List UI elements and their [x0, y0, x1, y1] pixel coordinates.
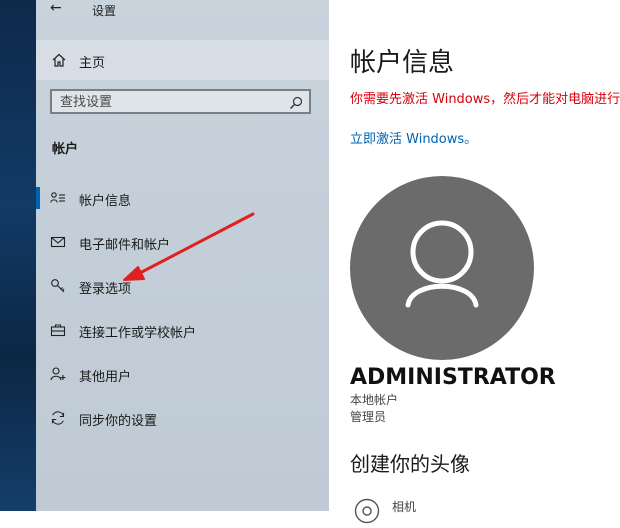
person-add-icon: [50, 366, 66, 382]
home-icon: [51, 52, 67, 68]
sidebar-item-email-accounts[interactable]: 电子邮件和帐户: [36, 222, 329, 262]
sidebar-home[interactable]: 主页: [36, 40, 329, 80]
activation-warning: 你需要先激活 Windows，然后才能对电脑进行个性化设置。: [350, 92, 620, 107]
home-label: 主页: [79, 56, 106, 71]
sidebar-item-sync-settings[interactable]: 同步你的设置: [36, 398, 329, 438]
app-title: 设置: [92, 4, 117, 18]
page-title: 帐户信息: [350, 48, 455, 78]
sidebar-item-sign-in-options[interactable]: 登录选项: [36, 266, 329, 306]
sidebar-item-label: 连接工作或学校帐户: [79, 326, 197, 341]
account-type: 本地帐户: [350, 393, 399, 407]
activate-windows-link[interactable]: 立即激活 Windows。: [350, 128, 477, 147]
user-name: ADMINISTRATOR: [350, 365, 556, 390]
sidebar-item-account-info[interactable]: 帐户信息: [36, 178, 329, 218]
title-bar: ← 设置: [36, 0, 329, 22]
create-avatar-heading: 创建你的头像: [350, 452, 470, 476]
camera-icon: [354, 498, 380, 524]
sidebar-item-label: 同步你的设置: [79, 414, 158, 429]
sidebar-item-other-users[interactable]: 其他用户: [36, 354, 329, 394]
account-role: 管理员: [350, 410, 387, 424]
key-icon: [50, 278, 66, 294]
selection-indicator: [36, 187, 40, 209]
sidebar-item-label: 登录选项: [79, 282, 132, 297]
sidebar-item-label: 帐户信息: [79, 194, 132, 209]
desktop-background: [0, 0, 36, 511]
person-icon: [405, 220, 479, 308]
briefcase-icon: [50, 322, 66, 338]
back-button[interactable]: ←: [50, 0, 62, 16]
mail-icon: [50, 234, 66, 250]
section-heading: 帐户: [52, 142, 79, 157]
search-icon[interactable]: [289, 95, 303, 109]
sidebar-item-label: 其他用户: [79, 370, 132, 385]
search-box[interactable]: [50, 89, 311, 114]
sidebar-item-work-school[interactable]: 连接工作或学校帐户: [36, 310, 329, 350]
account-info-icon: [50, 190, 66, 206]
search-input[interactable]: [60, 93, 280, 111]
sidebar-item-label: 电子邮件和帐户: [79, 238, 171, 253]
camera-label: 相机: [392, 500, 417, 514]
avatar: [350, 176, 534, 360]
sync-icon: [50, 410, 66, 426]
camera-option[interactable]: 相机: [350, 494, 550, 524]
